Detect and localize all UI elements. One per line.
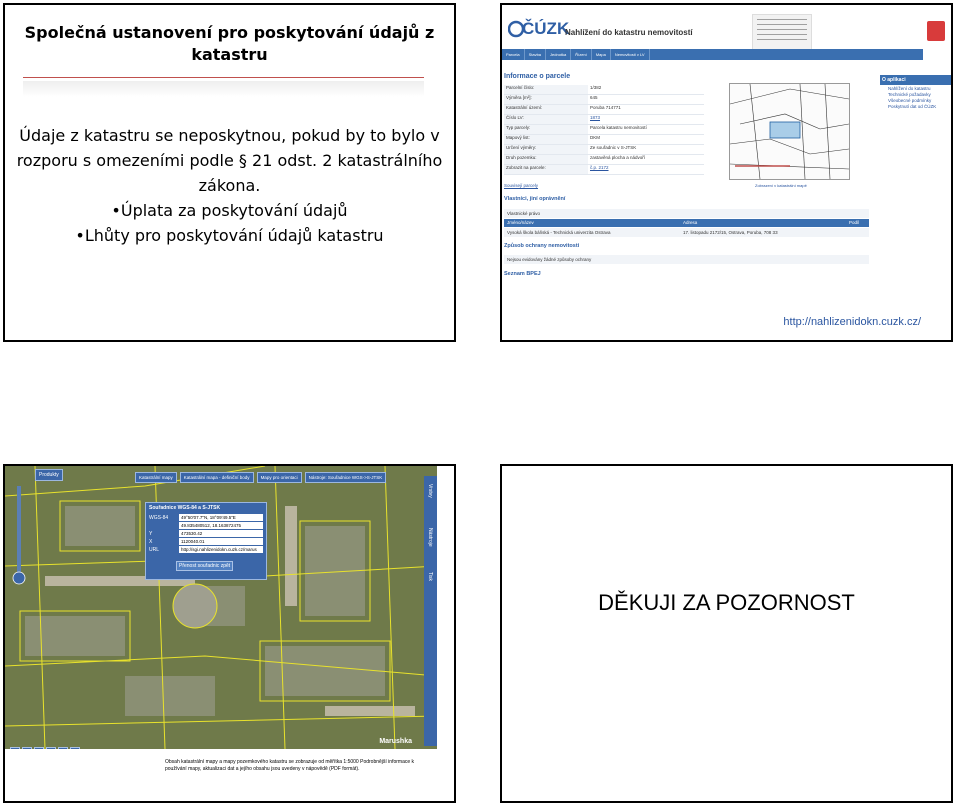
products-button[interactable]: Produkty xyxy=(35,469,63,481)
map-footer-text: Obsah katastrální mapy a mapy pozemkovéh… xyxy=(165,759,415,772)
slide-1-title: Společná ustanovení pro poskytování údaj… xyxy=(24,23,435,64)
nav-nemovitosti[interactable]: Nemovitosti v LV xyxy=(611,49,650,60)
protection-row: Nejsou evidovány žádné způsoby ochrany xyxy=(504,255,869,264)
protection-title: Způsob ochrany nemovitosti xyxy=(504,243,580,249)
side-panel: Vrstvy Nástroje Tisk xyxy=(424,476,437,746)
table-row: Zobrazit na parcele: č.p. 2172 xyxy=(504,165,704,175)
map-caption-link[interactable]: Zobrazení v katastrální mapě xyxy=(755,183,807,188)
bpej-title: Seznam BPEJ xyxy=(504,271,541,277)
slide-3: Produkty Katastrální mapy Katastrální ma… xyxy=(3,464,456,803)
tab-cadastral[interactable]: Katastrální mapy xyxy=(135,472,177,483)
coordinates-dialog: Souřadnice WGS-84 a S-JTSK WGS-84 49°50'0… xyxy=(145,502,267,580)
body-paragraph: Údaje z katastru se neposkytnou, pokud b… xyxy=(16,126,443,195)
table-row: Určení výměry: Ze souřadnic v S-JTSK xyxy=(504,145,704,155)
convert-button[interactable]: Přenost souřadnic zpět xyxy=(176,561,234,571)
wgs-decimal-field[interactable]: 49.835480512, 18.163872475 xyxy=(179,522,263,529)
parcel-map-drawing xyxy=(729,83,850,180)
title-divider-shadow xyxy=(23,81,424,97)
tab-orientation[interactable]: Mapy pro orientaci xyxy=(256,472,302,483)
table-row: Katastrální území: Poruba 714771 xyxy=(504,105,704,115)
related-parcels-link[interactable]: Souvisejí parcely xyxy=(504,183,538,188)
tab-tools[interactable]: Nástroje: Souřadnice WGS->S-JTSK xyxy=(304,472,387,483)
nav-jednotka[interactable]: Jednotka xyxy=(546,49,572,60)
source-url[interactable]: http://nahlizenidokn.cuzk.cz/ xyxy=(783,316,921,328)
zoom-control[interactable] xyxy=(10,486,28,586)
side-tab-tools[interactable]: Nástroje xyxy=(424,520,436,564)
wgs-dms-field[interactable]: 49°50'07.7"N, 18°09'49.5"E xyxy=(179,514,263,521)
about-panel: O aplikaci Nahlížení do katastru Technic… xyxy=(880,75,951,109)
url-field[interactable]: http://sgi.nahlizenidokn.cuzk.cz/marus xyxy=(179,546,263,553)
title-divider xyxy=(23,77,424,78)
bullet-1: •Úplata za poskytování údajů xyxy=(111,201,348,220)
header-note-image xyxy=(752,14,812,52)
parcel-map-preview[interactable]: Zobrazení v katastrální mapě xyxy=(729,83,850,188)
owners-subheader: Vlastnické právo xyxy=(504,209,869,218)
side-tab-layers[interactable]: Vrstvy xyxy=(424,476,436,520)
slide-1: Společná ustanovení pro poskytování údaj… xyxy=(3,3,456,342)
slide-4: DĚKUJI ZA POZORNOST xyxy=(500,464,953,803)
orthophoto-map[interactable]: Produkty Katastrální mapy Katastrální ma… xyxy=(5,466,437,749)
owners-header: Jméno/název Adresa Podíl xyxy=(504,219,869,227)
about-panel-title: O aplikaci xyxy=(880,75,951,85)
thank-you-text: DĚKUJI ZA POZORNOST xyxy=(598,590,855,615)
owner-row: Vysoká škola báňská - Technická univerzi… xyxy=(504,228,869,237)
table-row: Výměra [m²]: 645 xyxy=(504,95,704,105)
site-title: Nahlížení do katastru nemovitostí xyxy=(565,28,693,37)
nav-stavba[interactable]: Stavba xyxy=(525,49,547,60)
y-field[interactable]: 473530.42 xyxy=(179,530,263,537)
cuzk-logo-text: ČÚZK xyxy=(522,19,570,38)
parcel-info-title: Informace o parcele xyxy=(504,73,571,80)
side-tab-print[interactable]: Tisk xyxy=(424,564,436,608)
slide-2: ČÚZK Nahlížení do katastru nemovitostí P… xyxy=(500,3,953,342)
dialog-title: Souřadnice WGS-84 a S-JTSK xyxy=(149,505,221,511)
site-header: ČÚZK Nahlížení do katastru nemovitostí P… xyxy=(502,5,951,65)
nav-parcela[interactable]: Parcela xyxy=(502,49,525,60)
lv-link[interactable]: 1873 xyxy=(588,115,704,124)
zoom-slider-icon xyxy=(12,486,26,585)
site-nav: Parcela Stavba Jednotka Řízení Mapa Nemo… xyxy=(502,49,923,60)
owners-title: Vlastníci, jiní oprávnění xyxy=(504,196,566,202)
bullet-2: •Lhůty pro poskytování údajů katastru xyxy=(75,226,384,245)
nav-rizeni[interactable]: Řízení xyxy=(571,49,592,60)
table-row: Typ parcely: Parcela katastru nemovitostí xyxy=(504,125,704,135)
table-row: Číslo LV: 1873 xyxy=(504,115,704,125)
about-link-4[interactable]: Poskytnutí dat od ČÚZK xyxy=(880,103,951,109)
parcel-info-table: Parcelní číslo: 1/382 Výměra [m²]: 645 Kat… xyxy=(504,85,704,175)
flag-icon xyxy=(927,21,945,41)
table-row: Druh pozemku: zastavěná plocha a nádvoří xyxy=(504,155,704,165)
table-row: Mapový list: DKM xyxy=(504,135,704,145)
table-row: Parcelní číslo: 1/382 xyxy=(504,85,704,95)
x-field[interactable]: 1120040.01 xyxy=(179,538,263,545)
tab-definition-points[interactable]: Katastrální mapa - definiční body xyxy=(179,472,254,483)
nav-mapa[interactable]: Mapa xyxy=(592,49,611,60)
map-footer: Obsah katastrální mapy a mapy pozemkovéh… xyxy=(5,749,454,801)
marushka-logo: Marushka xyxy=(379,738,412,745)
map-tabs: Katastrální mapy Katastrální mapa - defi… xyxy=(135,472,387,483)
slide-1-body: Údaje z katastru se neposkytnou, pokud b… xyxy=(15,123,444,248)
building-link[interactable]: č.p. 2172 xyxy=(588,165,704,174)
